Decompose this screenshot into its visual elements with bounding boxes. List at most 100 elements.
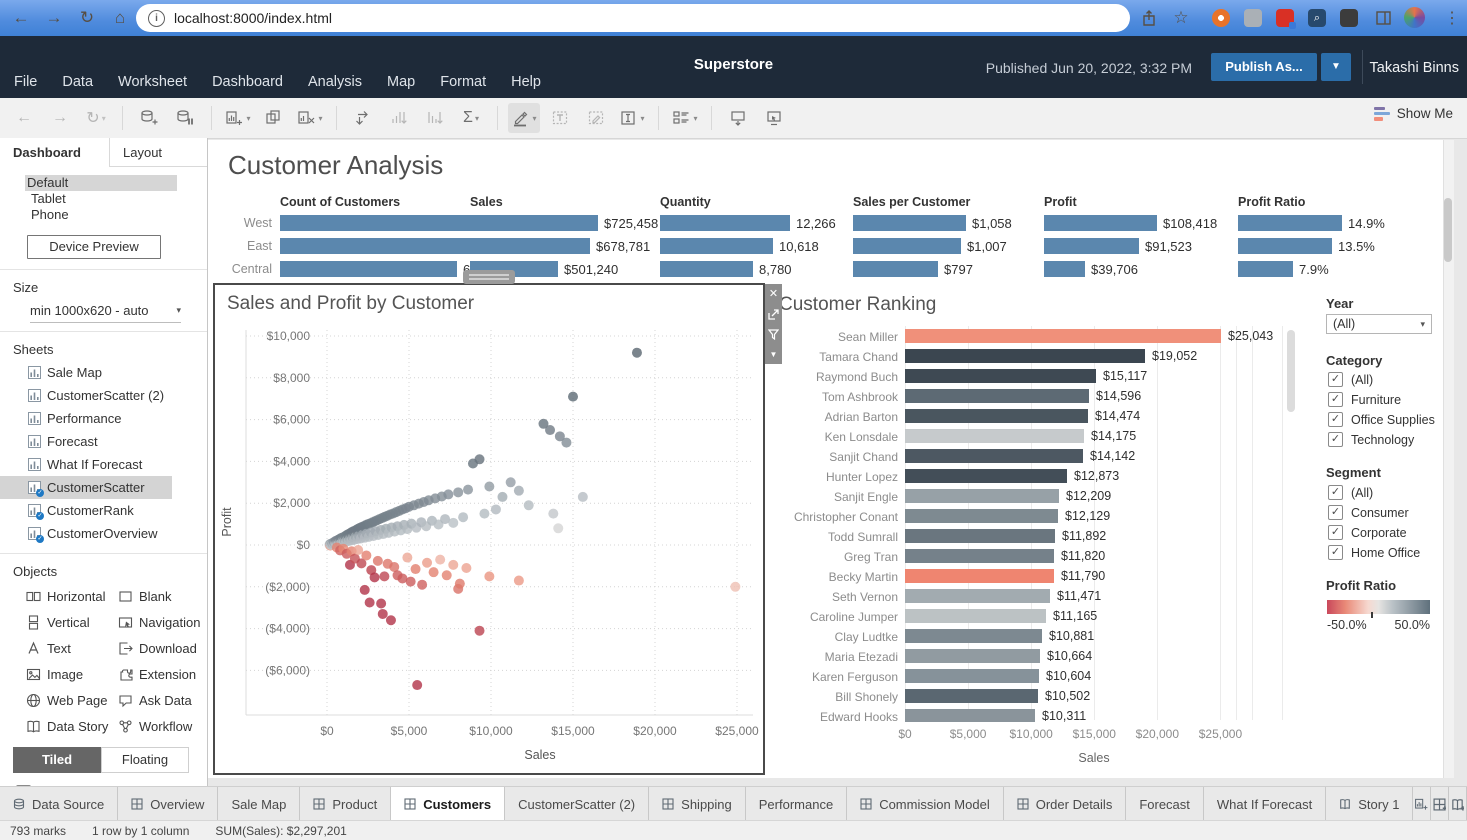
- scatter-point[interactable]: [475, 454, 485, 464]
- ranking-bar[interactable]: [905, 409, 1088, 423]
- new-dashboard-tab-icon[interactable]: [1431, 787, 1449, 821]
- scatter-point[interactable]: [376, 599, 386, 609]
- object-navigation[interactable]: Navigation: [118, 609, 218, 635]
- checkbox-checked-icon[interactable]: ✓: [1328, 432, 1343, 447]
- menu-map[interactable]: Map: [387, 74, 415, 90]
- segment-filter--all-[interactable]: ✓(All): [1328, 485, 1373, 500]
- new-worksheet-icon[interactable]: ▾: [222, 103, 254, 133]
- ban-bar[interactable]: [280, 215, 473, 231]
- ban-bar[interactable]: [660, 261, 753, 277]
- ban-bar[interactable]: [853, 261, 938, 277]
- object-datastory[interactable]: Data Story: [26, 713, 118, 739]
- ranking-bar[interactable]: [905, 509, 1058, 523]
- object-download[interactable]: Download: [118, 635, 218, 661]
- browser-back-icon[interactable]: ←: [8, 5, 34, 31]
- ban-bar[interactable]: [853, 215, 966, 231]
- sort-descending-icon[interactable]: [419, 103, 451, 133]
- sidebar-sheet-customerscatter-2-[interactable]: CustomerScatter (2): [0, 384, 207, 407]
- menu-analysis[interactable]: Analysis: [308, 74, 362, 90]
- ban-bar[interactable]: [1044, 238, 1139, 254]
- scatter-point[interactable]: [561, 438, 571, 448]
- scatter-point[interactable]: [455, 579, 465, 589]
- ranking-bar[interactable]: [905, 609, 1046, 623]
- scatter-point[interactable]: [353, 545, 363, 555]
- tab-commission-model[interactable]: Commission Model: [847, 787, 1004, 821]
- object-webpage[interactable]: Web Page: [26, 687, 118, 713]
- remove-zone-icon[interactable]: ✕: [769, 289, 778, 300]
- tab-customers[interactable]: Customers: [391, 787, 505, 821]
- show-hide-cards-icon[interactable]: ▾: [669, 103, 701, 133]
- device-option-tablet[interactable]: Tablet: [0, 191, 207, 207]
- ban-bar[interactable]: [470, 238, 590, 254]
- menu-file[interactable]: File: [14, 74, 37, 90]
- scatter-point[interactable]: [422, 558, 432, 568]
- go-to-sheet-icon[interactable]: [768, 309, 779, 320]
- back-icon[interactable]: ←: [8, 103, 40, 133]
- tab-dashboard[interactable]: Dashboard: [0, 138, 110, 167]
- publish-as-button[interactable]: Publish As...: [1211, 53, 1317, 81]
- clear-sheet-icon[interactable]: ▾: [294, 103, 326, 133]
- scatter-point[interactable]: [568, 392, 578, 402]
- scatter-point[interactable]: [443, 489, 453, 499]
- device-option-default[interactable]: Default: [25, 175, 177, 191]
- highlight-icon[interactable]: ▾: [508, 103, 540, 133]
- ranking-bar[interactable]: [905, 349, 1145, 363]
- scatter-point[interactable]: [463, 485, 473, 495]
- scatter-point[interactable]: [548, 509, 558, 519]
- scatter-point[interactable]: [402, 553, 412, 563]
- tab-shipping[interactable]: Shipping: [649, 787, 746, 821]
- sidebar-sheet-customerrank[interactable]: ✓CustomerRank: [0, 499, 207, 522]
- scatter-point[interactable]: [442, 570, 452, 580]
- menu-format[interactable]: Format: [440, 74, 486, 90]
- format-icon[interactable]: [580, 103, 612, 133]
- profit-ratio-color-legend[interactable]: [1327, 600, 1430, 614]
- new-worksheet-tab-icon[interactable]: [1413, 787, 1431, 821]
- scatter-point[interactable]: [475, 626, 485, 636]
- scatter-point[interactable]: [386, 615, 396, 625]
- checkbox-checked-icon[interactable]: ✓: [1328, 412, 1343, 427]
- tab-order-details[interactable]: Order Details: [1004, 787, 1127, 821]
- scatter-point[interactable]: [524, 500, 534, 510]
- checkbox-checked-icon[interactable]: ✓: [1328, 372, 1343, 387]
- tab-product[interactable]: Product: [300, 787, 391, 821]
- scatter-point[interactable]: [406, 577, 416, 587]
- scatter-point[interactable]: [461, 563, 471, 573]
- ban-bar[interactable]: [280, 238, 470, 254]
- ban-bar[interactable]: [1044, 215, 1157, 231]
- extension-icon-1[interactable]: [1212, 9, 1230, 27]
- ban-bar[interactable]: [660, 238, 773, 254]
- menu-data[interactable]: Data: [62, 74, 93, 90]
- scatter-point[interactable]: [429, 567, 439, 577]
- scatter-point[interactable]: [379, 571, 389, 581]
- floating-button[interactable]: Floating: [101, 747, 189, 773]
- ranking-bar[interactable]: [905, 589, 1050, 603]
- segment-filter-home-office[interactable]: ✓Home Office: [1328, 545, 1420, 560]
- size-dropdown[interactable]: min 1000x620 - auto ▾: [30, 303, 181, 323]
- sidebar-sheet-performance[interactable]: Performance: [0, 407, 207, 430]
- ranking-bar[interactable]: [905, 549, 1054, 563]
- year-filter-dropdown[interactable]: (All) ▾: [1326, 314, 1432, 334]
- scatter-point[interactable]: [484, 571, 494, 581]
- ranking-bar[interactable]: [905, 489, 1059, 503]
- menu-dashboard[interactable]: Dashboard: [212, 74, 283, 90]
- scatter-point[interactable]: [370, 572, 380, 582]
- extension-icon-3[interactable]: [1276, 9, 1294, 27]
- scatter-point[interactable]: [484, 481, 494, 491]
- tab-forecast[interactable]: Forecast: [1126, 787, 1204, 821]
- scatter-point[interactable]: [458, 512, 468, 522]
- duplicate-sheet-icon[interactable]: [258, 103, 290, 133]
- show-me-button[interactable]: Show Me: [1374, 106, 1453, 121]
- swap-rows-columns-icon[interactable]: [347, 103, 379, 133]
- ranking-bar[interactable]: [905, 689, 1038, 703]
- totals-icon[interactable]: Σ▾: [455, 103, 487, 133]
- extension-icon-5[interactable]: [1340, 9, 1358, 27]
- scatter-point[interactable]: [514, 576, 524, 586]
- ban-bar[interactable]: [280, 261, 457, 277]
- browser-menu-icon[interactable]: ⋮: [1441, 7, 1463, 29]
- checkbox-checked-icon[interactable]: ✓: [1328, 485, 1343, 500]
- object-horizontal[interactable]: Horizontal: [26, 583, 118, 609]
- menu-help[interactable]: Help: [511, 74, 541, 90]
- extension-icon-4[interactable]: ⌕: [1308, 9, 1326, 27]
- scatter-point[interactable]: [497, 492, 507, 502]
- object-extension[interactable]: Extension: [118, 661, 218, 687]
